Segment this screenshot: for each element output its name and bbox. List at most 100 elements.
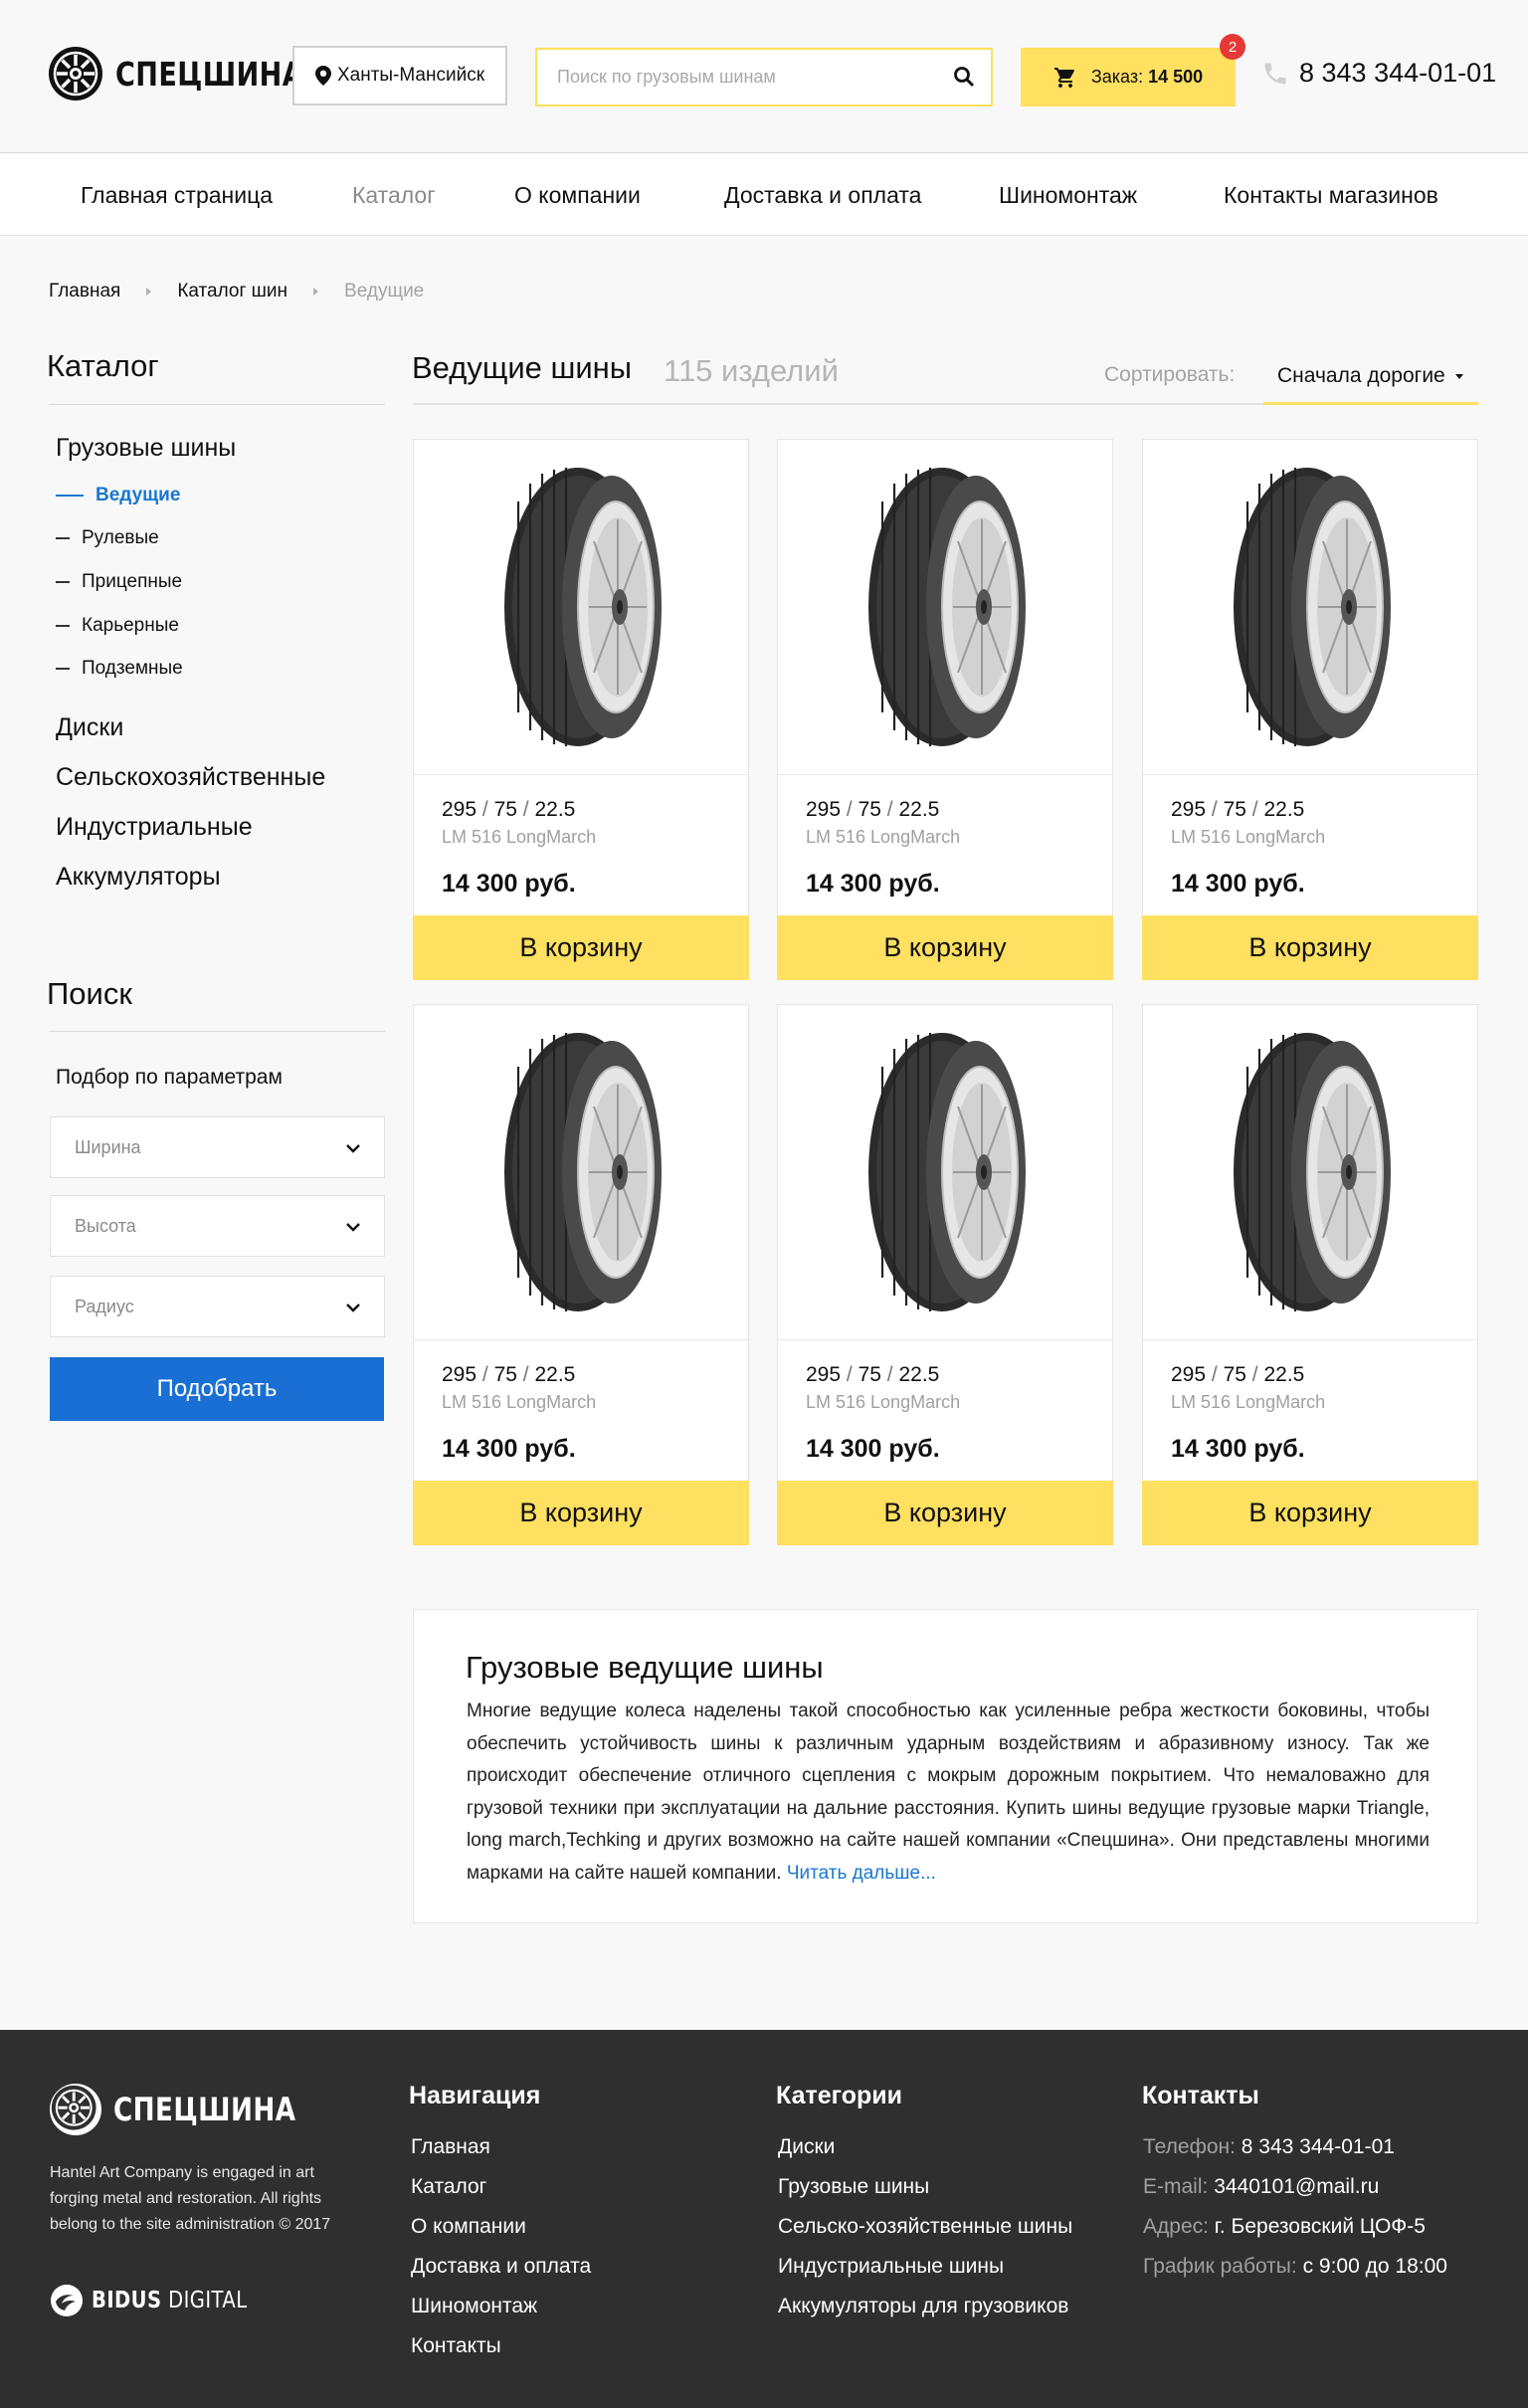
nav-catalog[interactable]: Каталог — [352, 154, 436, 236]
page-title: Ведущие шины — [412, 350, 633, 385]
product-image[interactable] — [414, 1005, 748, 1340]
search-input[interactable] — [537, 50, 925, 104]
nav-delivery[interactable]: Доставка и оплата — [724, 154, 921, 236]
footer-link[interactable]: Контакты — [411, 2334, 501, 2358]
footer-link[interactable]: Шиномонтаж — [411, 2295, 537, 2318]
product-image[interactable] — [414, 440, 748, 775]
add-to-cart-button[interactable]: В корзину — [777, 1481, 1113, 1545]
pick-button[interactable]: Подобрать — [50, 1357, 384, 1421]
tire-image-icon — [860, 462, 1030, 752]
product-card[interactable]: 295 / 75 / 22.5 LM 516 LongMarch 14 300 … — [413, 439, 749, 980]
footer-nav-title: Навигация — [409, 2082, 541, 2109]
subcategory-drive[interactable]: Ведущие — [56, 485, 180, 506]
slash: / — [886, 1363, 893, 1386]
slash: / — [846, 1363, 853, 1386]
add-to-cart-button[interactable]: В корзину — [413, 915, 749, 980]
city-selector[interactable]: Ханты-Мансийск — [292, 46, 507, 105]
logo-text: СПЕЦШИНА — [115, 54, 304, 94]
slash: / — [846, 798, 853, 821]
footer-link[interactable]: О компании — [411, 2215, 526, 2239]
chevron-down-icon — [346, 1223, 360, 1232]
subcategory-underground[interactable]: Подземные — [56, 658, 183, 680]
dash-icon — [56, 581, 70, 583]
search-box — [535, 48, 993, 106]
slash: / — [481, 1363, 488, 1386]
site-header: СПЕЦШИНА Ханты-Мансийск Заказ: 14 500 2 … — [0, 0, 1528, 153]
footer-link[interactable]: Сельско-хозяйственные шины — [778, 2215, 1072, 2239]
category-truck-tires[interactable]: Грузовые шины — [56, 434, 236, 463]
read-more-link[interactable]: Читать дальше... — [787, 1863, 936, 1884]
tire-image-icon — [496, 462, 666, 752]
nav-tire-fitting[interactable]: Шиномонтаж — [999, 154, 1137, 236]
slash: / — [1211, 798, 1218, 821]
size-height: 75 — [1223, 1363, 1246, 1386]
footer-link[interactable]: Индустриальные шины — [778, 2255, 1004, 2279]
product-card[interactable]: 295 / 75 / 22.5 LM 516 LongMarch 14 300 … — [777, 439, 1113, 980]
contact-value[interactable]: 3440101@mail.ru — [1214, 2175, 1379, 2198]
category-batteries[interactable]: Аккумуляторы — [56, 863, 221, 892]
search-icon[interactable] — [953, 66, 975, 88]
chevron-down-icon — [346, 1144, 360, 1153]
add-to-cart-button[interactable]: В корзину — [777, 915, 1113, 980]
developer-logo[interactable]: BIDUS DIGITAL — [50, 2284, 275, 2317]
footer-link[interactable]: Аккумуляторы для грузовиков — [778, 2295, 1068, 2318]
product-card[interactable]: 295 / 75 / 22.5 LM 516 LongMarch 14 300 … — [1142, 439, 1478, 980]
nav-home[interactable]: Главная страница — [81, 154, 273, 236]
radius-select[interactable]: Радиус — [50, 1276, 385, 1337]
footer-link[interactable]: Доставка и оплата — [411, 2255, 591, 2279]
size-width: 295 — [1171, 798, 1207, 821]
product-model: LM 516 LongMarch — [442, 827, 597, 847]
category-agricultural[interactable]: Сельскохозяйственные — [56, 763, 325, 792]
product-price: 14 300 руб. — [806, 1435, 940, 1463]
category-disks[interactable]: Диски — [56, 713, 123, 742]
contact-key: E-mail: — [1143, 2175, 1209, 2198]
width-select[interactable]: Ширина — [50, 1116, 385, 1178]
contact-key: График работы: — [1143, 2255, 1297, 2278]
sort-select[interactable]: Сначала дорогие — [1263, 350, 1478, 405]
category-industrial[interactable]: Индустриальные — [56, 813, 253, 842]
breadcrumb-catalog[interactable]: Каталог шин — [177, 281, 287, 302]
footer-logo[interactable]: СПЕЦШИНА — [50, 2084, 336, 2135]
add-to-cart-button[interactable]: В корзину — [413, 1481, 749, 1545]
caret-down-icon — [1454, 373, 1463, 379]
cart-amount: 14 500 — [1148, 67, 1204, 87]
product-image[interactable] — [1143, 440, 1477, 775]
add-to-cart-button[interactable]: В корзину — [1142, 915, 1478, 980]
nav-about[interactable]: О компании — [514, 154, 641, 236]
product-size: 295 / 75 / 22.5 — [806, 798, 939, 822]
height-select[interactable]: Высота — [50, 1195, 385, 1257]
header-phone[interactable]: 8 343 344-01-01 — [1261, 58, 1496, 89]
product-size: 295 / 75 / 22.5 — [1171, 798, 1304, 822]
product-image[interactable] — [778, 1005, 1112, 1340]
product-model: LM 516 LongMarch — [1171, 1392, 1326, 1412]
search-title: Поиск — [47, 976, 132, 1011]
footer-link[interactable]: Главная — [411, 2135, 490, 2159]
product-card[interactable]: 295 / 75 / 22.5 LM 516 LongMarch 14 300 … — [1142, 1004, 1478, 1545]
footer-link[interactable]: Диски — [778, 2135, 835, 2159]
product-card[interactable]: 295 / 75 / 22.5 LM 516 LongMarch 14 300 … — [777, 1004, 1113, 1545]
cart-button[interactable]: Заказ: 14 500 2 — [1021, 34, 1245, 106]
product-model: LM 516 LongMarch — [1171, 827, 1326, 847]
subcategory-quarry[interactable]: Карьерные — [56, 615, 179, 637]
product-image[interactable] — [1143, 1005, 1477, 1340]
footer-contact-hours: График работы: с 9:00 до 18:00 — [1143, 2255, 1447, 2279]
breadcrumb-home[interactable]: Главная — [49, 281, 120, 302]
description-body: Многие ведущие колеса наделены такой спо… — [467, 1701, 1430, 1884]
footer-link[interactable]: Каталог — [411, 2175, 486, 2199]
description-title: Грузовые ведущие шины — [466, 1650, 824, 1685]
subcategory-label: Прицепные — [82, 571, 183, 592]
subcategory-steer[interactable]: Рулевые — [56, 527, 159, 549]
chevron-down-icon — [346, 1304, 360, 1312]
product-image[interactable] — [778, 440, 1112, 775]
divider — [49, 404, 385, 405]
nav-store-contacts[interactable]: Контакты магазинов — [1224, 154, 1438, 236]
phone-number: 8 343 344-01-01 — [1299, 58, 1497, 88]
size-radius: 22.5 — [534, 1363, 576, 1386]
add-to-cart-button[interactable]: В корзину — [1142, 1481, 1478, 1545]
footer-link[interactable]: Грузовые шины — [778, 2175, 929, 2199]
product-card[interactable]: 295 / 75 / 22.5 LM 516 LongMarch 14 300 … — [413, 1004, 749, 1545]
subcategory-trailer[interactable]: Прицепные — [56, 571, 182, 593]
product-model: LM 516 LongMarch — [806, 827, 961, 847]
contact-value[interactable]: 8 343 344-01-01 — [1242, 2135, 1395, 2158]
size-width: 295 — [806, 798, 842, 821]
